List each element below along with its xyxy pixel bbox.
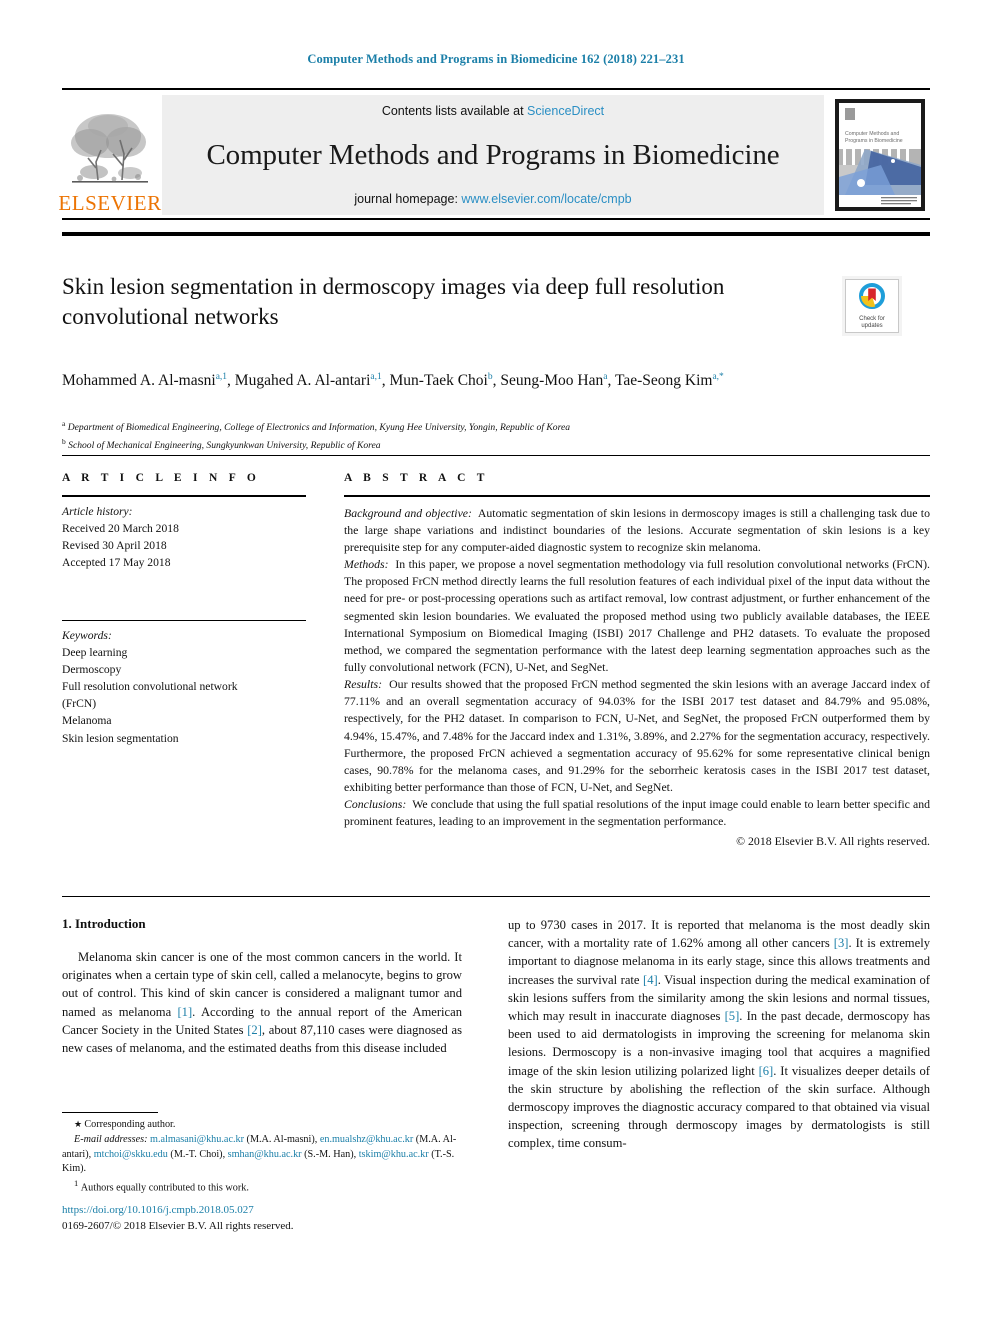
body-column-left: 1. Introduction Melanoma skin cancer is … <box>62 916 462 1057</box>
keyword-item: Melanoma <box>62 714 112 728</box>
article-revised: Revised 30 April 2018 <box>62 538 167 552</box>
abstract-methods-text: In this paper, we propose a novel segmen… <box>344 557 930 674</box>
abstract-column: A B S T R A C T Background and objective… <box>344 472 930 850</box>
footnote-block: ★ Corresponding author. E-mail addresses… <box>62 1118 462 1196</box>
section-heading-introduction: 1. Introduction <box>62 916 146 931</box>
article-history-label: Article history: <box>62 504 133 518</box>
svg-text:Programs in Biomedicine: Programs in Biomedicine <box>845 138 903 144</box>
abstract-body: Background and objective: Automatic segm… <box>344 505 930 850</box>
article-info-heading: A R T I C L E I N F O <box>62 472 261 484</box>
page-title: Skin lesion segmentation in dermoscopy i… <box>62 274 725 329</box>
article-info-rule-top <box>62 495 306 497</box>
doi-link[interactable]: https://doi.org/10.1016/j.cmpb.2018.05.0… <box>62 1203 462 1219</box>
abstract-methods-label: Methods: <box>344 557 389 572</box>
footnote-separator <box>62 1112 158 1114</box>
equal-contribution-text: Authors equally contributed to this work… <box>80 1182 249 1194</box>
crossmark-line-2: updates <box>861 322 883 329</box>
title-block: Skin lesion segmentation in dermoscopy i… <box>62 272 832 332</box>
article-received: Received 20 March 2018 <box>62 521 179 535</box>
abstract-results: Results: Our results showed that the pro… <box>344 676 930 796</box>
journal-cover-thumbnail: Computer Methods and Programs in Biomedi… <box>830 95 930 215</box>
asterisk-icon: ★ <box>74 1119 85 1129</box>
abstract-methods: Methods: In this paper, we propose a nov… <box>344 556 930 676</box>
crossmark-badge[interactable]: Check for updates <box>845 279 899 333</box>
abstract-background-label: Background and objective: <box>344 505 472 520</box>
journal-homepage-line: journal homepage: www.elsevier.com/locat… <box>354 192 631 206</box>
abstract-results-label: Results: <box>344 677 383 692</box>
keywords-label: Keywords: <box>62 629 112 643</box>
affiliation-list: a Department of Biomedical Engineering, … <box>62 418 862 453</box>
footnote-emails: E-mail addresses: m.almasani@khu.ac.kr (… <box>62 1133 462 1177</box>
svg-text:Computer Methods and: Computer Methods and <box>845 131 899 137</box>
abstract-background: Background and objective: Automatic segm… <box>344 505 930 556</box>
article-accepted: Accepted 17 May 2018 <box>62 555 171 569</box>
elsevier-tree-icon <box>68 110 152 192</box>
contents-prefix: Contents lists available at <box>381 104 528 118</box>
abstract-conclusions: Conclusions: We conclude that using the … <box>344 796 930 830</box>
body-column-right: up to 9730 cases in 2017. It is reported… <box>508 916 930 1152</box>
sciencedirect-link[interactable]: ScienceDirect <box>527 104 604 118</box>
email-addresses-label: E-mail addresses: <box>74 1133 148 1145</box>
abstract-copyright: © 2018 Elsevier B.V. All rights reserved… <box>736 833 930 848</box>
affiliation-b-text: School of Mechanical Engineering, Sungky… <box>68 439 381 451</box>
abstract-conclusions-label: Conclusions: <box>344 797 407 812</box>
abstract-results-text: Our results showed that the proposed FrC… <box>344 677 931 795</box>
abstract-rule <box>344 495 930 497</box>
contents-available-line: Contents lists available at ScienceDirec… <box>382 104 604 118</box>
crossmark-label: Check for updates <box>859 316 885 330</box>
elsevier-logo: ELSEVIER <box>58 95 161 215</box>
crossmark-line-1: Check for <box>859 315 885 322</box>
footnote-marker-1: 1 <box>74 1178 79 1189</box>
corresponding-author-text: Corresponding author. <box>84 1119 176 1130</box>
issn-copyright-line: 0169-2607/© 2018 Elsevier B.V. All right… <box>62 1219 294 1232</box>
journal-masthead: ELSEVIER Contents lists available at Sci… <box>58 88 930 220</box>
masthead-bottom-rule <box>62 232 930 236</box>
keyword-item: Deep learning <box>62 646 128 660</box>
article-info-column: A R T I C L E I N F O Article history: R… <box>62 472 306 747</box>
keywords-block: Keywords: Deep learning Dermoscopy Full … <box>62 627 306 746</box>
doi-block: https://doi.org/10.1016/j.cmpb.2018.05.0… <box>62 1203 462 1235</box>
keyword-item: Dermoscopy <box>62 663 122 677</box>
abstract-bottom-rule <box>62 896 930 897</box>
journal-band: Contents lists available at ScienceDirec… <box>162 95 824 215</box>
intro-paragraph-right: up to 9730 cases in 2017. It is reported… <box>508 918 931 1151</box>
paper-page: Computer Methods and Programs in Biomedi… <box>0 0 992 1323</box>
crossmark-icon <box>859 282 885 314</box>
abstract-conclusions-text: We conclude that using the full spatial … <box>344 797 930 829</box>
journal-homepage-link[interactable]: www.elsevier.com/locate/cmpb <box>461 192 631 206</box>
affiliation-b: b School of Mechanical Engineering, Sung… <box>62 436 381 451</box>
keyword-item: Full resolution convolutional network <box>62 680 238 694</box>
intro-paragraph-left: Melanoma skin cancer is one of the most … <box>62 950 462 1055</box>
affiliation-a: a Department of Biomedical Engineering, … <box>62 419 571 434</box>
journal-title: Computer Methods and Programs in Biomedi… <box>206 138 780 171</box>
author-list: Mohammed A. Al-masnia,1, Mugahed A. Al-a… <box>62 371 724 389</box>
article-history: Article history: Received 20 March 2018 … <box>62 503 306 571</box>
abstract-top-rule <box>62 455 930 456</box>
elsevier-wordmark: ELSEVIER <box>58 191 162 215</box>
keyword-item: (FrCN) <box>62 697 97 711</box>
footnote-corresponding-author: ★ Corresponding author. <box>62 1118 462 1133</box>
homepage-prefix: journal homepage: <box>354 192 462 206</box>
abstract-heading: A B S T R A C T <box>344 472 489 484</box>
keyword-item: Skin lesion segmentation <box>62 731 179 745</box>
running-head: Computer Methods and Programs in Biomedi… <box>307 52 685 66</box>
footnote-equal-contribution: 1 Authors equally contributed to this wo… <box>62 1177 462 1196</box>
article-info-rule-bottom <box>62 619 306 622</box>
affiliation-a-text: Department of Biomedical Engineering, Co… <box>67 422 571 434</box>
